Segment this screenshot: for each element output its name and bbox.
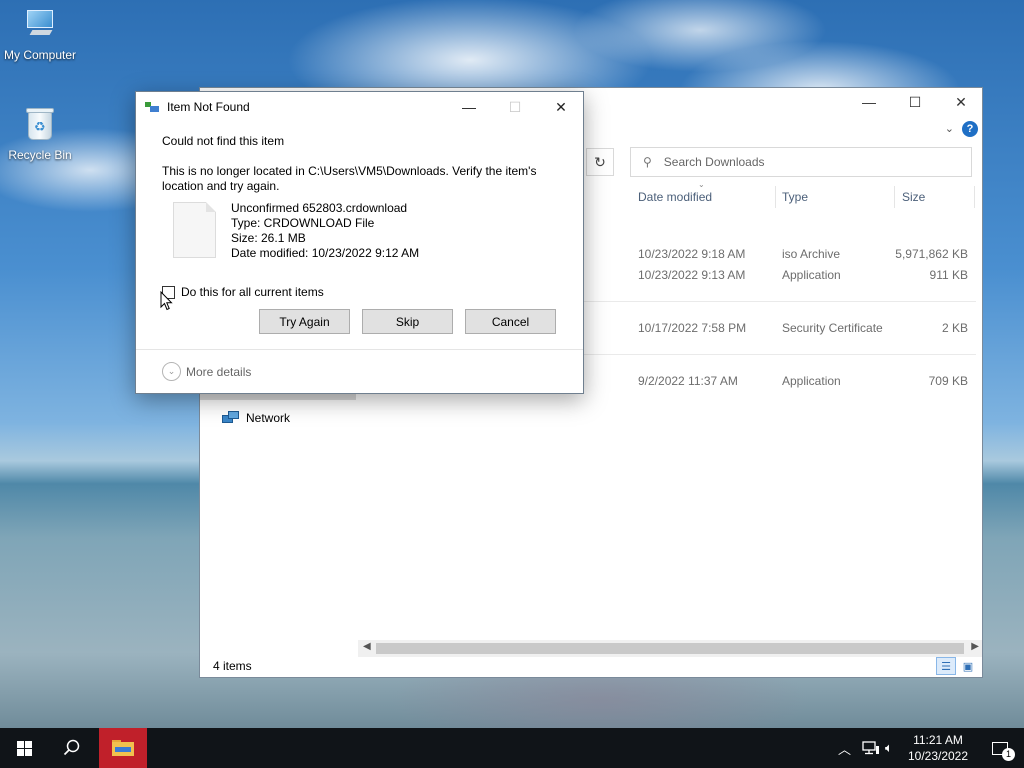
maximize-icon: ☐: [508, 98, 522, 115]
column-header-label: Date modified: [638, 190, 713, 204]
recycle-bin-icon: ♻: [25, 106, 55, 142]
skip-button[interactable]: Skip: [362, 309, 453, 334]
search-icon: [63, 739, 80, 756]
move-files-icon: [145, 101, 161, 113]
desktop-icon-label: My Computer: [3, 48, 77, 62]
row-date[interactable]: 10/17/2022 7:58 PM: [638, 321, 746, 335]
refresh-icon: ↻: [594, 153, 606, 170]
search-button[interactable]: [48, 728, 96, 768]
row-size[interactable]: 709 KB: [890, 374, 968, 388]
row-type[interactable]: Application: [782, 374, 841, 388]
row-size[interactable]: 2 KB: [890, 321, 968, 335]
notification-count: 1: [1002, 747, 1015, 761]
minimize-button[interactable]: —: [846, 88, 892, 116]
computer-icon: [23, 10, 57, 38]
volume-tray-button[interactable]: 🔈︎: [885, 728, 893, 768]
search-input[interactable]: ⚲ Search Downloads: [630, 147, 972, 177]
help-icon[interactable]: ?: [962, 121, 978, 137]
speaker-icon: 🔈︎: [885, 740, 893, 755]
column-header-label: Type: [782, 190, 809, 204]
clock-time: 11:21 AM: [913, 733, 963, 747]
desktop-icon-label: Recycle Bin: [8, 148, 72, 162]
message-line: This is no longer located in C:\Users\VM…: [162, 164, 537, 178]
file-date: Date modified: 10/23/2022 9:12 AM: [231, 246, 420, 260]
dialog-maximize-button: ☐: [492, 92, 538, 122]
cancel-button[interactable]: Cancel: [465, 309, 556, 334]
apply-all-checkbox-row[interactable]: Do this for all current items: [162, 285, 324, 299]
dialog-titlebar[interactable]: Item Not Found — ☐ ✕: [136, 92, 583, 122]
column-header-date[interactable]: Date modified: [632, 184, 775, 210]
status-bar: 4 items: [200, 655, 982, 677]
nav-item-label: Network: [246, 411, 291, 425]
large-icons-view-icon: ▣: [962, 660, 974, 673]
details-view-button[interactable]: ☰: [936, 657, 956, 675]
file-size: Size: 26.1 MB: [231, 231, 306, 245]
more-details-link[interactable]: More details: [186, 365, 251, 379]
clock-date: 10/23/2022: [907, 749, 969, 763]
notification-icon: 1: [992, 741, 1015, 761]
network-icon: [222, 411, 240, 425]
close-icon: ✕: [955, 93, 967, 110]
file-info: Unconfirmed 652803.crdownload Type: CRDO…: [231, 201, 419, 261]
folder-icon: [112, 740, 134, 756]
row-date[interactable]: 9/2/2022 11:37 AM: [638, 374, 738, 388]
file-name: Unconfirmed 652803.crdownload: [231, 201, 408, 215]
row-date[interactable]: 10/23/2022 9:18 AM: [638, 247, 745, 261]
try-again-button[interactable]: Try Again: [259, 309, 350, 334]
windows-logo-icon: [16, 740, 32, 756]
network-wired-icon: [862, 741, 879, 755]
details-view-icon: ☰: [941, 660, 951, 673]
column-separator[interactable]: [894, 186, 895, 208]
dialog-minimize-button[interactable]: —: [446, 92, 492, 122]
message-line: location and try again.: [162, 179, 280, 193]
ribbon-expand-chevron-icon[interactable]: ⌄: [945, 122, 954, 135]
column-header-type[interactable]: Type: [776, 184, 894, 210]
row-type[interactable]: Application: [782, 268, 841, 282]
search-icon: ⚲: [643, 155, 652, 169]
row-type[interactable]: Security Certificate: [782, 321, 883, 335]
file-type: Type: CRDOWNLOAD File: [231, 216, 375, 230]
column-header-size[interactable]: Size: [896, 184, 976, 210]
search-placeholder: Search Downloads: [663, 155, 765, 169]
row-size[interactable]: 911 KB: [890, 268, 968, 282]
chevron-up-icon: ︿: [838, 741, 852, 757]
taskbar: ︿ 🔈︎ 11:21 AM 10/23/2022 1: [0, 728, 1024, 768]
start-button[interactable]: [0, 728, 48, 768]
large-icons-view-button[interactable]: ▣: [958, 657, 978, 675]
minimize-icon: —: [462, 99, 476, 115]
network-tray-button[interactable]: [862, 728, 880, 768]
expand-details-chevron-icon[interactable]: ⌄: [162, 362, 181, 381]
mouse-cursor-icon: [160, 291, 173, 311]
minimize-icon: —: [862, 94, 876, 110]
show-hidden-icons-button[interactable]: ︿: [838, 728, 851, 768]
close-button[interactable]: ✕: [938, 88, 984, 116]
column-header-label: Size: [902, 190, 926, 204]
file-icon: [173, 202, 216, 258]
refresh-button[interactable]: ↻: [586, 148, 614, 176]
dialog-heading: Could not find this item: [162, 134, 285, 148]
item-not-found-dialog: Item Not Found — ☐ ✕ Could not find this…: [135, 91, 584, 394]
row-size[interactable]: 5,971,862 KB: [890, 247, 968, 261]
maximize-icon: ☐: [908, 93, 922, 110]
desktop-icon-my-computer[interactable]: My Computer: [0, 10, 80, 62]
maximize-button[interactable]: ☐: [892, 88, 938, 116]
dialog-close-button[interactable]: ✕: [538, 92, 584, 122]
row-date[interactable]: 10/23/2022 9:13 AM: [638, 268, 745, 282]
checkbox-label: Do this for all current items: [181, 285, 324, 299]
scroll-left-icon[interactable]: ◀: [363, 641, 371, 652]
taskbar-file-explorer[interactable]: [99, 728, 147, 768]
nav-item-network[interactable]: Network: [222, 411, 290, 425]
dialog-footer: ⌄ More details: [136, 349, 583, 393]
dialog-title: Item Not Found: [167, 100, 250, 114]
item-count: 4 items: [213, 659, 252, 673]
column-separator[interactable]: [974, 186, 975, 208]
action-center-button[interactable]: 1: [980, 728, 1020, 768]
close-icon: ✕: [555, 98, 567, 115]
row-type[interactable]: iso Archive: [782, 247, 840, 261]
desktop-icon-recycle-bin[interactable]: ♻ Recycle Bin: [0, 106, 80, 162]
scroll-right-icon[interactable]: ▶: [971, 641, 979, 652]
dialog-message: This is no longer located in C:\Users\VM…: [162, 164, 536, 194]
clock[interactable]: 11:21 AM 10/23/2022: [904, 732, 972, 764]
scrollbar-thumb[interactable]: [376, 643, 964, 654]
